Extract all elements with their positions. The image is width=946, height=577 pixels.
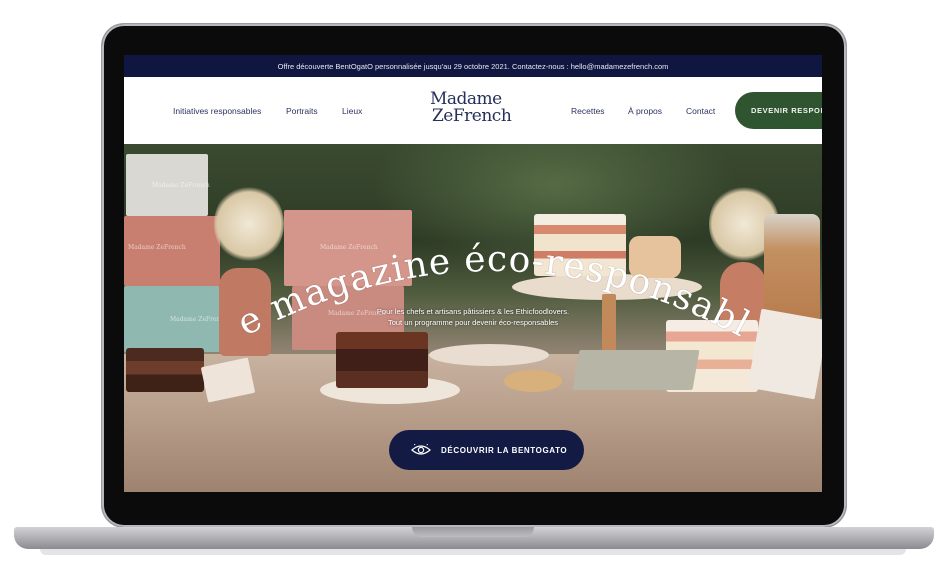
hero-photo-chocolate-cake: [126, 348, 204, 392]
site-logo[interactable]: Madame ZeFrench: [430, 91, 518, 131]
laptop-shadow: [40, 549, 906, 555]
nav-link-recettes[interactable]: Recettes: [571, 106, 605, 116]
become-responsible-button[interactable]: DEVENIR RESPON: [735, 92, 822, 129]
hero-photo-plate: [504, 370, 562, 392]
nav-link-contact[interactable]: Contact: [686, 106, 715, 116]
box-print: Madame ZeFrench: [152, 182, 210, 189]
hero-banner: Madame ZeFrench Madame ZeFrench Madame Z…: [124, 144, 822, 492]
eye-icon: [411, 444, 431, 455]
cta-label: DEVENIR RESPON: [751, 106, 822, 115]
discover-bentogato-button[interactable]: DÉCOUVRIR LA BENTOGATO: [389, 430, 584, 470]
laptop-notch: [412, 527, 534, 537]
box-print: Madame ZeFrench: [128, 244, 186, 251]
hero-subtitle: Pour les chefs et artisans pâtissiers & …: [124, 306, 822, 328]
hero-headline: Le magazine éco-responsable: [221, 194, 756, 347]
nav-link-portraits[interactable]: Portraits: [286, 106, 318, 116]
browser-viewport: Offre découverte BentOgatO personnalisée…: [124, 55, 822, 492]
announcement-bar: Offre découverte BentOgatO personnalisée…: [124, 55, 822, 77]
hero-headline-svg: Le magazine éco-responsable: [221, 194, 756, 347]
discover-bentogato-label: DÉCOUVRIR LA BENTOGATO: [441, 445, 568, 455]
nav-link-initiatives[interactable]: Initiatives responsables: [173, 106, 261, 116]
announcement-text[interactable]: Offre découverte BentOgatO personnalisée…: [278, 62, 669, 71]
logo-line-2: ZeFrench: [432, 106, 512, 126]
hero-subtitle-line-1: Pour les chefs et artisans pâtissiers & …: [376, 307, 570, 316]
hero-subtitle-line-2: Tout un programme pour devenir éco-respo…: [387, 318, 559, 327]
nav-link-lieux[interactable]: Lieux: [342, 106, 362, 116]
main-navigation: Initiatives responsables Portraits Lieux…: [124, 77, 822, 144]
nav-link-a-propos[interactable]: À propos: [628, 106, 662, 116]
hero-photo-box: [124, 216, 220, 286]
